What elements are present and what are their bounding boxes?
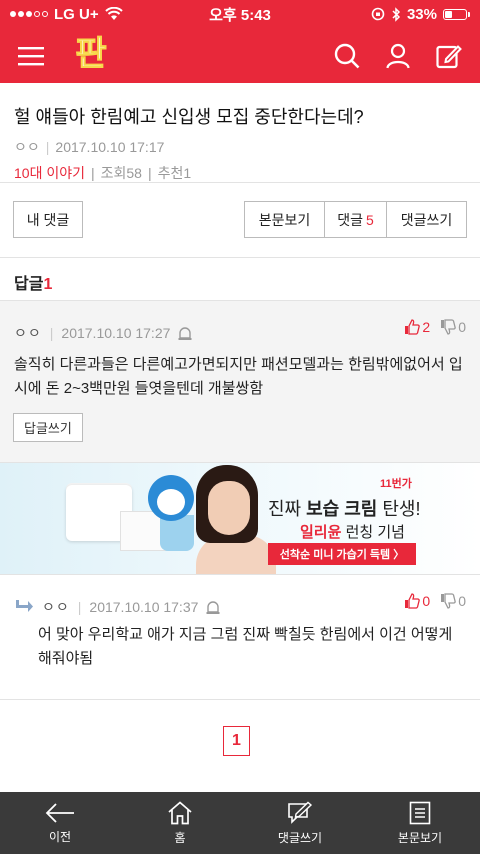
ad-product-name: 일리윤 [300,524,342,541]
ad-character-image [148,475,194,521]
action-button-row: 내 댓글 본문보기 댓글 5 댓글쓰기 [0,183,480,258]
ad-model-face [208,481,250,535]
post-views: 조회58 [101,163,142,183]
replies-label: 답글 [14,276,44,293]
view-post-button[interactable]: 본문보기 [244,201,325,238]
nav-back-label: 이전 [48,829,72,844]
menu-icon[interactable] [18,46,44,66]
reply-arrow-icon [16,600,33,612]
ad-headline-bold: 보습 크림 [306,499,378,519]
like-count: 2 [422,319,431,335]
nav-back[interactable]: 이전 [0,792,120,854]
write-comment-icon [288,801,313,824]
comment-votes: 2 0 [404,319,466,335]
app-header: 판 [0,28,480,83]
home-icon [168,800,192,824]
nav-view-post[interactable]: 본문보기 [360,792,480,854]
my-comments-button[interactable]: 내 댓글 [13,201,83,238]
report-icon[interactable] [178,325,192,341]
dislike-button[interactable]: 0 [440,593,466,609]
write-comment-button[interactable]: 댓글쓰기 [386,201,467,238]
reply-body: 어 맞아 우리학교 애가 지금 그럼 진짜 빡칠듯 한림에서 이건 어떻게 해줘… [38,626,453,667]
status-bar: LG U+ 오후 5:43 33% [0,0,480,28]
nav-write-comment-label: 댓글쓰기 [277,830,323,845]
views-count: 58 [126,165,142,181]
report-icon[interactable] [206,599,220,615]
nav-write-comment[interactable]: 댓글쓰기 [240,792,360,854]
comment-item: ㅇㅇ | 2017.10.10 17:27 2 0 솔직히 다른과들은 다른예고… [0,301,480,463]
battery-icon [443,8,470,20]
replies-heading: 답글1 [0,258,480,301]
top-bar: LG U+ 오후 5:43 33% 판 [0,0,480,83]
user-icon[interactable] [386,43,410,69]
post-date: 2017.10.10 17:17 [55,139,165,155]
search-icon[interactable] [334,43,360,69]
thumbs-down-icon [441,319,456,335]
bluetooth-icon [392,6,401,22]
post-recommend: 추천1 [158,163,192,183]
pann-logo[interactable]: 판 [70,32,112,75]
views-label: 조회 [100,165,127,181]
carrier-label: LG U+ [54,5,99,23]
thumbs-up-icon [405,319,421,335]
back-arrow-icon [45,802,74,823]
comments-button[interactable]: 댓글 5 [324,201,387,238]
thumbs-down-icon [441,593,456,609]
comment-date: 2017.10.10 17:27 [61,325,171,341]
write-icon[interactable] [436,43,462,69]
pagination: 1 [0,700,480,792]
post-header: 헐 얘들아 한림예고 신입생 모집 중단한다는데? ㅇㅇ | 2017.10.1… [0,83,480,183]
like-button[interactable]: 2 [404,319,430,335]
ad-subline: 일리윤 런칭 기념 [300,521,405,542]
write-reply-button[interactable]: 답글쓰기 [13,413,83,442]
divider: | [147,165,152,181]
wifi-icon [104,7,123,20]
bottom-nav: 이전 홈 댓글쓰기 본문보기 [0,792,480,854]
signal-icon [10,11,48,17]
like-button[interactable]: 0 [404,593,430,609]
post-title: 헐 얘들아 한림예고 신입생 모집 중단한다는데? [14,107,364,127]
post-category[interactable]: 10대 이야기 [14,163,85,183]
ad-cta-button[interactable]: 선착순 미니 가습기 득템 〉 [268,543,416,565]
page-number-current[interactable]: 1 [223,726,250,756]
divider: | [49,325,54,341]
comments-label: 댓글 [337,211,363,228]
ad-brand: 11번가 [380,478,412,490]
divider: | [90,165,95,181]
comments-count: 5 [365,211,374,228]
reply-meta: ㅇㅇ | 2017.10.10 17:37 [14,597,220,617]
comment-meta: ㅇㅇ | 2017.10.10 17:27 [14,323,192,343]
reply-item: ㅇㅇ | 2017.10.10 17:37 0 0 어 맞아 우리학교 애가 지… [0,575,480,700]
thumbs-up-icon [405,593,421,609]
divider: | [77,599,82,615]
ad-headline-prefix: 진짜 [268,499,307,519]
replies-count: 1 [43,276,53,293]
nav-home[interactable]: 홈 [120,792,240,854]
ad-headline-suffix: 탄생! [377,499,421,519]
comment-body: 솔직히 다른과들은 다른예고가면되지만 패션모델과는 한림밖에없어서 입시에 돈… [14,356,463,397]
ad-banner[interactable]: 11번가 진짜 보습 크림 탄생! 일리윤 런칭 기념 선착순 미니 가습기 득… [0,463,480,575]
post-meta-2: 10대 이야기 | 조회58 | 추천1 [14,163,466,183]
post-author: ㅇㅇ [14,139,40,155]
nav-view-post-label: 본문보기 [397,830,443,845]
dislike-button[interactable]: 0 [440,319,466,335]
like-count: 0 [422,593,431,609]
rotation-lock-icon [371,7,385,21]
reply-votes: 0 0 [404,593,466,609]
logo-text: 판 [75,34,106,74]
divider: | [45,139,50,155]
reply-date: 2017.10.10 17:37 [89,599,199,615]
post-meta: ㅇㅇ | 2017.10.10 17:17 [14,137,466,157]
ad-headline: 진짜 보습 크림 탄생! [268,495,421,521]
recommend-count: 1 [183,165,192,181]
document-icon [409,801,431,824]
dislike-count: 0 [458,319,466,335]
reply-author: ㅇㅇ [42,599,70,615]
ad-subline-suffix: 런칭 기념 [341,524,405,541]
dislike-count: 0 [458,593,466,609]
comment-author: ㅇㅇ [14,325,42,341]
battery-percent: 33% [406,5,437,23]
recommend-label: 추천 [157,165,184,181]
nav-home-label: 홈 [174,830,186,845]
